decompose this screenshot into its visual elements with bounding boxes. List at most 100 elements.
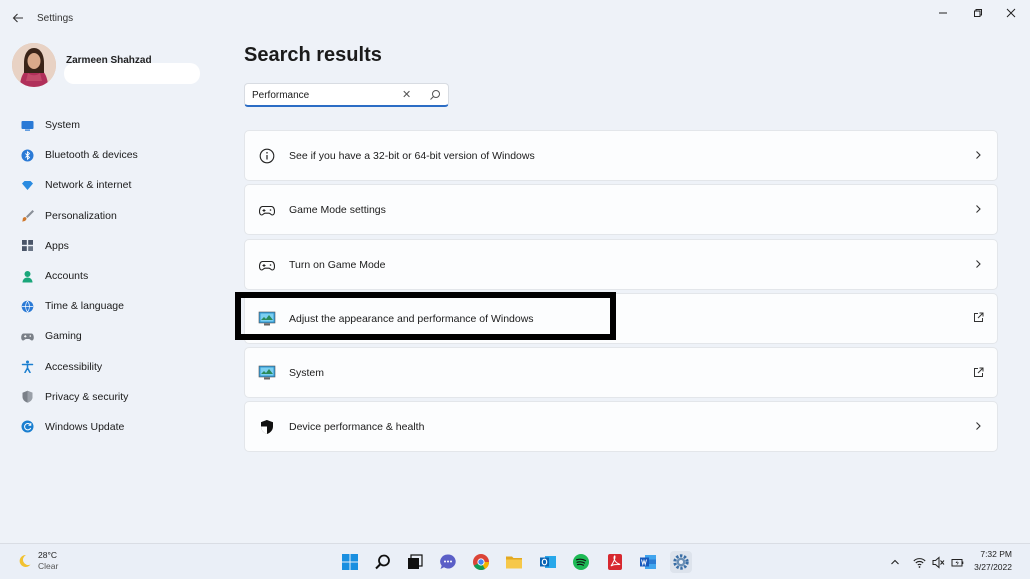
minimize-button[interactable] xyxy=(932,6,954,20)
sidebar-item-label: System xyxy=(45,119,81,132)
weather-temperature: 28°C xyxy=(38,550,57,560)
sidebar-item-windows-update[interactable]: Windows Update xyxy=(12,412,232,442)
result-system[interactable]: System xyxy=(244,347,998,399)
minimize-icon xyxy=(939,12,947,14)
sidebar-item-label: Network & internet xyxy=(45,179,132,192)
windows-logo-icon xyxy=(342,554,358,570)
sidebar-item-apps[interactable]: Apps xyxy=(12,231,232,261)
gamepad-icon xyxy=(258,256,276,274)
volume-tray-button[interactable] xyxy=(931,555,945,569)
gamepad-icon xyxy=(20,329,34,343)
person-icon xyxy=(20,269,34,283)
search-box[interactable]: ✕ xyxy=(244,83,449,107)
result-label: Turn on Game Mode xyxy=(289,258,386,271)
info-icon xyxy=(258,147,276,165)
volume-muted-icon xyxy=(932,555,944,569)
taskbar-clock[interactable]: 7:32 PM 3/27/2022 xyxy=(974,548,1012,574)
page-title: Search results xyxy=(244,44,382,66)
result-label: Game Mode settings xyxy=(289,204,386,217)
sidebar-item-label: Bluetooth & devices xyxy=(45,149,138,162)
settings-taskbar-button[interactable] xyxy=(670,551,692,573)
result-label: Device performance & health xyxy=(289,421,425,434)
chat-icon xyxy=(440,554,456,569)
accessibility-icon xyxy=(20,360,34,374)
monitor-icon xyxy=(20,118,34,132)
network-tray-button[interactable] xyxy=(912,555,926,569)
avatar xyxy=(12,43,56,87)
sidebar-item-accounts[interactable]: Accounts xyxy=(12,261,232,291)
sidebar-item-privacy-security[interactable]: Privacy & security xyxy=(12,382,232,412)
shield-icon xyxy=(20,390,34,404)
clear-search-icon[interactable]: ✕ xyxy=(402,88,411,101)
word-icon xyxy=(640,555,656,569)
highlight-annotation-box xyxy=(235,292,616,340)
outlook-icon xyxy=(540,556,556,568)
weather-condition: Clear xyxy=(38,561,59,571)
close-button[interactable] xyxy=(1000,6,1022,20)
sidebar-item-bluetooth-devices[interactable]: Bluetooth & devices xyxy=(12,140,232,170)
chevron-right-icon xyxy=(971,148,985,162)
file-explorer-button[interactable] xyxy=(503,551,525,573)
control-panel-icon xyxy=(258,364,276,382)
user-profile[interactable] xyxy=(12,43,56,87)
sidebar-item-system[interactable]: System xyxy=(12,110,232,140)
taskbar-search-button[interactable] xyxy=(372,551,394,573)
task-view-button[interactable] xyxy=(404,551,426,573)
chevron-up-icon xyxy=(891,559,899,565)
result-32-64-bit-version[interactable]: See if you have a 32-bit or 64-bit versi… xyxy=(244,130,998,181)
sidebar-item-personalization[interactable]: Personalization xyxy=(12,201,232,231)
battery-tray-button[interactable] xyxy=(950,555,964,569)
external-link-icon xyxy=(971,365,985,379)
spotify-button[interactable] xyxy=(570,551,592,573)
title-bar: Settings xyxy=(0,0,1030,36)
apps-grid-icon xyxy=(20,239,34,253)
clock-date: 3/27/2022 xyxy=(974,562,1012,572)
moon-icon xyxy=(19,554,31,567)
sidebar-item-label: Gaming xyxy=(45,330,82,343)
clock-time: 7:32 PM xyxy=(980,549,1012,559)
outlook-button[interactable] xyxy=(537,551,559,573)
restore-icon xyxy=(974,9,982,17)
sidebar-nav: System Bluetooth & devices Network & int… xyxy=(12,110,232,442)
globe-clock-icon xyxy=(20,299,34,313)
sidebar-item-label: Privacy & security xyxy=(45,390,129,403)
chrome-icon xyxy=(473,554,490,571)
teams-chat-button[interactable] xyxy=(437,551,459,573)
result-device-performance-health[interactable]: Device performance & health xyxy=(244,401,998,453)
back-button[interactable] xyxy=(8,8,28,28)
sidebar-item-accessibility[interactable]: Accessibility xyxy=(12,352,232,382)
gear-icon xyxy=(673,554,689,570)
word-button[interactable] xyxy=(637,551,659,573)
search-icon[interactable] xyxy=(429,88,443,102)
sidebar-item-network-internet[interactable]: Network & internet xyxy=(12,170,232,200)
brush-icon xyxy=(20,209,34,223)
chevron-right-icon xyxy=(971,257,985,271)
sidebar-item-time-language[interactable]: Time & language xyxy=(12,291,232,321)
gamepad-icon xyxy=(258,201,276,219)
spotify-icon xyxy=(573,554,589,570)
wifi-diamond-icon xyxy=(20,178,34,192)
acrobat-button[interactable] xyxy=(604,551,626,573)
search-input[interactable] xyxy=(252,88,392,103)
sidebar-item-label: Accounts xyxy=(45,270,89,283)
acrobat-icon xyxy=(608,554,622,570)
start-button[interactable] xyxy=(339,551,361,573)
shield-icon xyxy=(258,418,276,436)
result-label: See if you have a 32-bit or 64-bit versi… xyxy=(289,150,535,162)
update-icon xyxy=(20,420,34,434)
external-link-icon xyxy=(971,311,985,325)
battery-charging-icon xyxy=(951,558,963,566)
result-game-mode-settings[interactable]: Game Mode settings xyxy=(244,184,998,236)
task-view-icon xyxy=(408,554,423,569)
close-icon xyxy=(1006,8,1016,18)
settings-window: Settings Zarmeen Shahzad System Bluetoot… xyxy=(0,0,1030,543)
arrow-left-icon xyxy=(12,13,23,23)
restore-button[interactable] xyxy=(967,6,989,20)
show-hidden-icons-button[interactable] xyxy=(888,555,902,569)
chevron-right-icon xyxy=(971,202,985,216)
user-email-redacted xyxy=(64,63,200,84)
chrome-button[interactable] xyxy=(470,551,492,573)
result-turn-on-game-mode[interactable]: Turn on Game Mode xyxy=(244,238,998,290)
weather-widget[interactable]: 28°C Clear xyxy=(16,550,58,572)
sidebar-item-gaming[interactable]: Gaming xyxy=(12,321,232,351)
